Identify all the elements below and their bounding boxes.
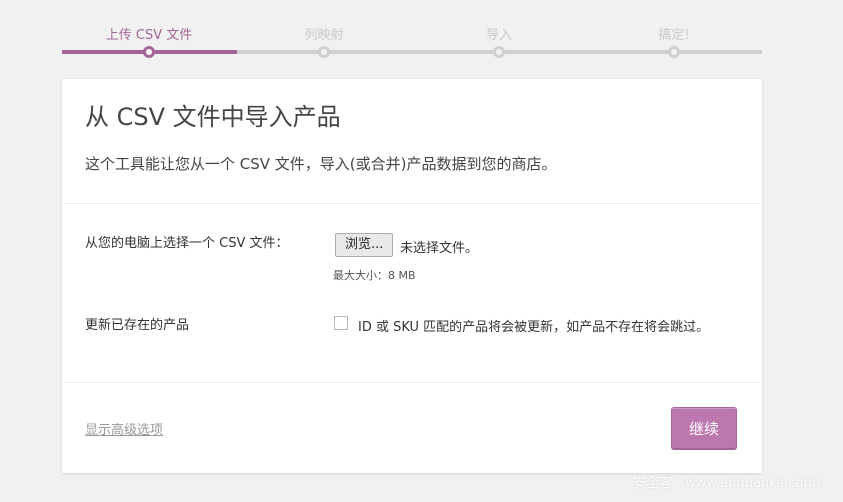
no-file-selected-text: 未选择文件。 [400,241,479,256]
continue-button[interactable]: 继续 [671,407,737,449]
step-mapping-dot [318,46,330,58]
update-existing-description: ID 或 SKU 匹配的产品将会被更新，如产品不存在将会跳过。 [358,320,710,335]
step-upload-dot [143,46,155,58]
browse-file-button[interactable]: 浏览... [335,233,394,257]
progress-track [62,50,762,54]
step-import-label: 导入 [485,28,512,43]
step-mapping-label: 列映射 [304,28,344,43]
watermark: 安全客（www.anquanke.com） [633,476,829,491]
step-upload-label: 上传 CSV 文件 [105,28,193,43]
progress-steps: 上传 CSV 文件 列映射 导入 搞定! [62,20,762,60]
max-file-size: 最大大小：8 MB [333,269,416,282]
update-existing-checkbox[interactable] [334,316,348,330]
page-title: 从 CSV 文件中导入产品 [85,103,341,131]
step-done-label: 搞定! [658,28,690,43]
step-import-dot [493,46,505,58]
section-divider-bottom [62,382,762,383]
update-existing-label: 更新已存在的产品 [85,318,190,333]
file-upload-label: 从您的电脑上选择一个 CSV 文件： [85,236,289,251]
page-description: 这个工具能让您从一个 CSV 文件，导入(或合并)产品数据到您的商店。 [85,155,557,173]
section-divider-top [62,203,762,204]
step-done-dot [668,46,680,58]
show-advanced-options-link[interactable]: 显示高级选项 [85,419,163,438]
import-card: 从 CSV 文件中导入产品 这个工具能让您从一个 CSV 文件，导入(或合并)产… [62,79,762,473]
